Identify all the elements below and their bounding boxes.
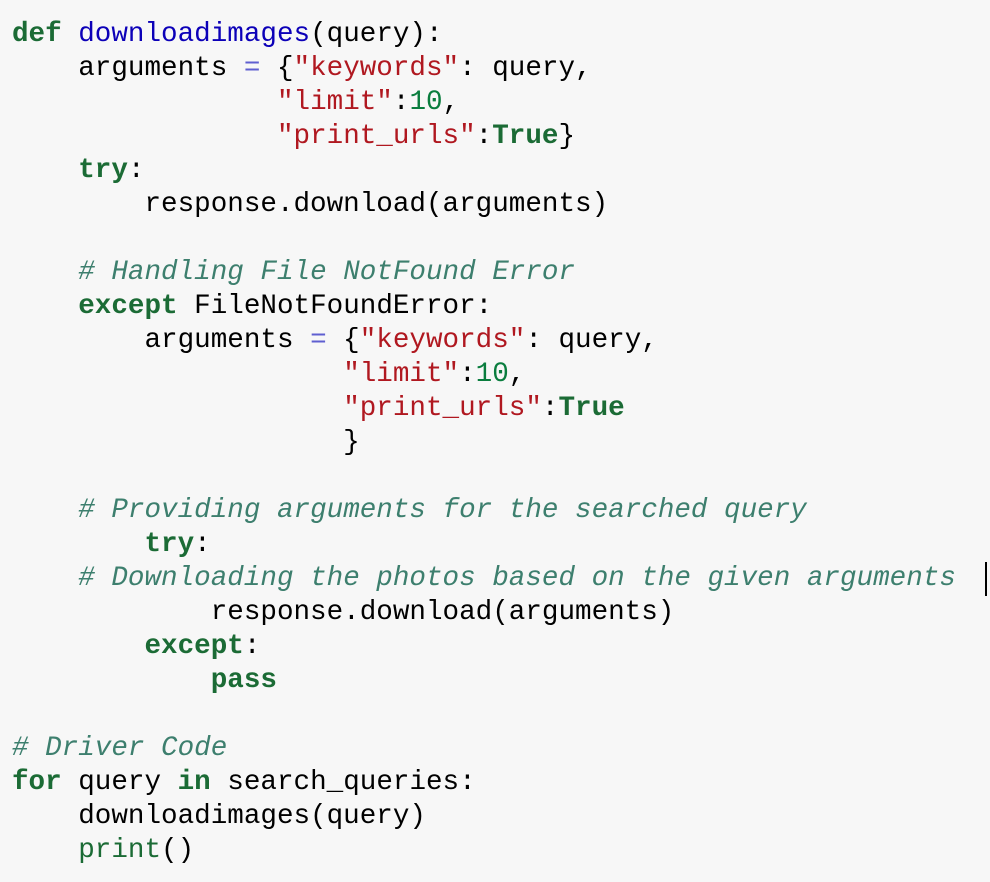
code-token: # Downloading the photos based on the gi… (78, 563, 956, 594)
code-token: } (12, 427, 360, 458)
code-token: True (558, 393, 625, 424)
code-line: downloadimages(query) (12, 800, 990, 834)
code-token: def (12, 19, 62, 50)
code-token: "print_urls" (343, 393, 542, 424)
code-line: "limit":10, (12, 358, 990, 392)
code-token: , (442, 87, 460, 118)
code-line: response.download(arguments) (12, 596, 990, 630)
code-token: : (194, 529, 211, 560)
code-token: : query, (525, 325, 658, 356)
code-line: try: (12, 528, 990, 562)
code-line: for query in search_queries: (12, 766, 990, 800)
code-line: # Providing arguments for the searched q… (12, 494, 990, 528)
code-token: "keywords" (359, 325, 526, 356)
code-token: : (475, 121, 493, 152)
code-token: except (144, 631, 244, 662)
code-token: 10 (475, 359, 509, 390)
code-token: print (78, 835, 162, 866)
code-token: : query, (459, 53, 592, 84)
code-token: query (61, 767, 178, 798)
code-token: "print_urls" (276, 121, 476, 152)
code-token: : (243, 631, 261, 662)
code-token: response.download(arguments) (12, 189, 609, 220)
code-line: "print_urls":True (12, 392, 990, 426)
code-line: # Driver Code (12, 732, 990, 766)
code-token: { (326, 325, 360, 356)
code-line: def downloadimages(query): (12, 18, 990, 52)
code-token: # Driver Code (12, 733, 228, 764)
code-token: try (144, 529, 195, 560)
code-token: arguments (12, 325, 311, 356)
code-line: try: (12, 154, 990, 188)
code-token: : (392, 87, 410, 118)
code-line: except FileNotFoundError: (12, 290, 990, 324)
code-token: # Handling File NotFound Error (78, 257, 576, 288)
code-line: # Handling File NotFound Error (12, 256, 990, 290)
code-line: "print_urls":True} (12, 120, 990, 154)
code-line: arguments = {"keywords": query, (12, 324, 990, 358)
code-token: True (492, 121, 559, 152)
code-token: search_queries: (210, 767, 476, 798)
code-token: : (459, 359, 476, 390)
code-line: arguments = {"keywords": query, (12, 52, 990, 86)
code-line: print() (12, 834, 990, 868)
code-line: pass (12, 664, 990, 698)
code-token: { (260, 53, 294, 84)
code-line: # Downloading the photos based on the gi… (12, 562, 990, 596)
code-line: "limit":10, (12, 86, 990, 120)
code-token: = (243, 53, 261, 84)
code-token: = (310, 325, 327, 356)
code-token: (query): (310, 19, 443, 50)
code-token: in (177, 767, 211, 798)
code-token: downloadimages(query) (12, 801, 426, 832)
code-token: try (78, 155, 128, 186)
code-token: () (161, 835, 195, 866)
code-block[interactable]: def downloadimages(query): arguments = {… (12, 18, 990, 868)
code-token: "limit" (276, 87, 393, 118)
code-token: downloadimages (78, 19, 311, 50)
code-token: pass (210, 665, 277, 696)
code-token: arguments (12, 53, 244, 84)
code-token: "keywords" (293, 53, 460, 84)
code-token: FileNotFoundError: (177, 291, 493, 322)
code-token: : (127, 155, 145, 186)
code-line: except: (12, 630, 990, 664)
code-token: except (78, 291, 178, 322)
code-line: response.download(arguments) (12, 188, 990, 222)
code-token: response.download(arguments) (12, 597, 675, 628)
code-token: for (12, 767, 62, 798)
code-editor[interactable]: def downloadimages(query): arguments = {… (0, 0, 990, 882)
code-line: } (12, 426, 990, 460)
code-token: , (508, 359, 526, 390)
code-token: } (558, 121, 576, 152)
code-token: "limit" (343, 359, 460, 390)
code-token: # Providing arguments for the searched q… (78, 495, 807, 526)
code-token: : (541, 393, 559, 424)
text-cursor (985, 562, 987, 596)
code-token: 10 (409, 87, 443, 118)
